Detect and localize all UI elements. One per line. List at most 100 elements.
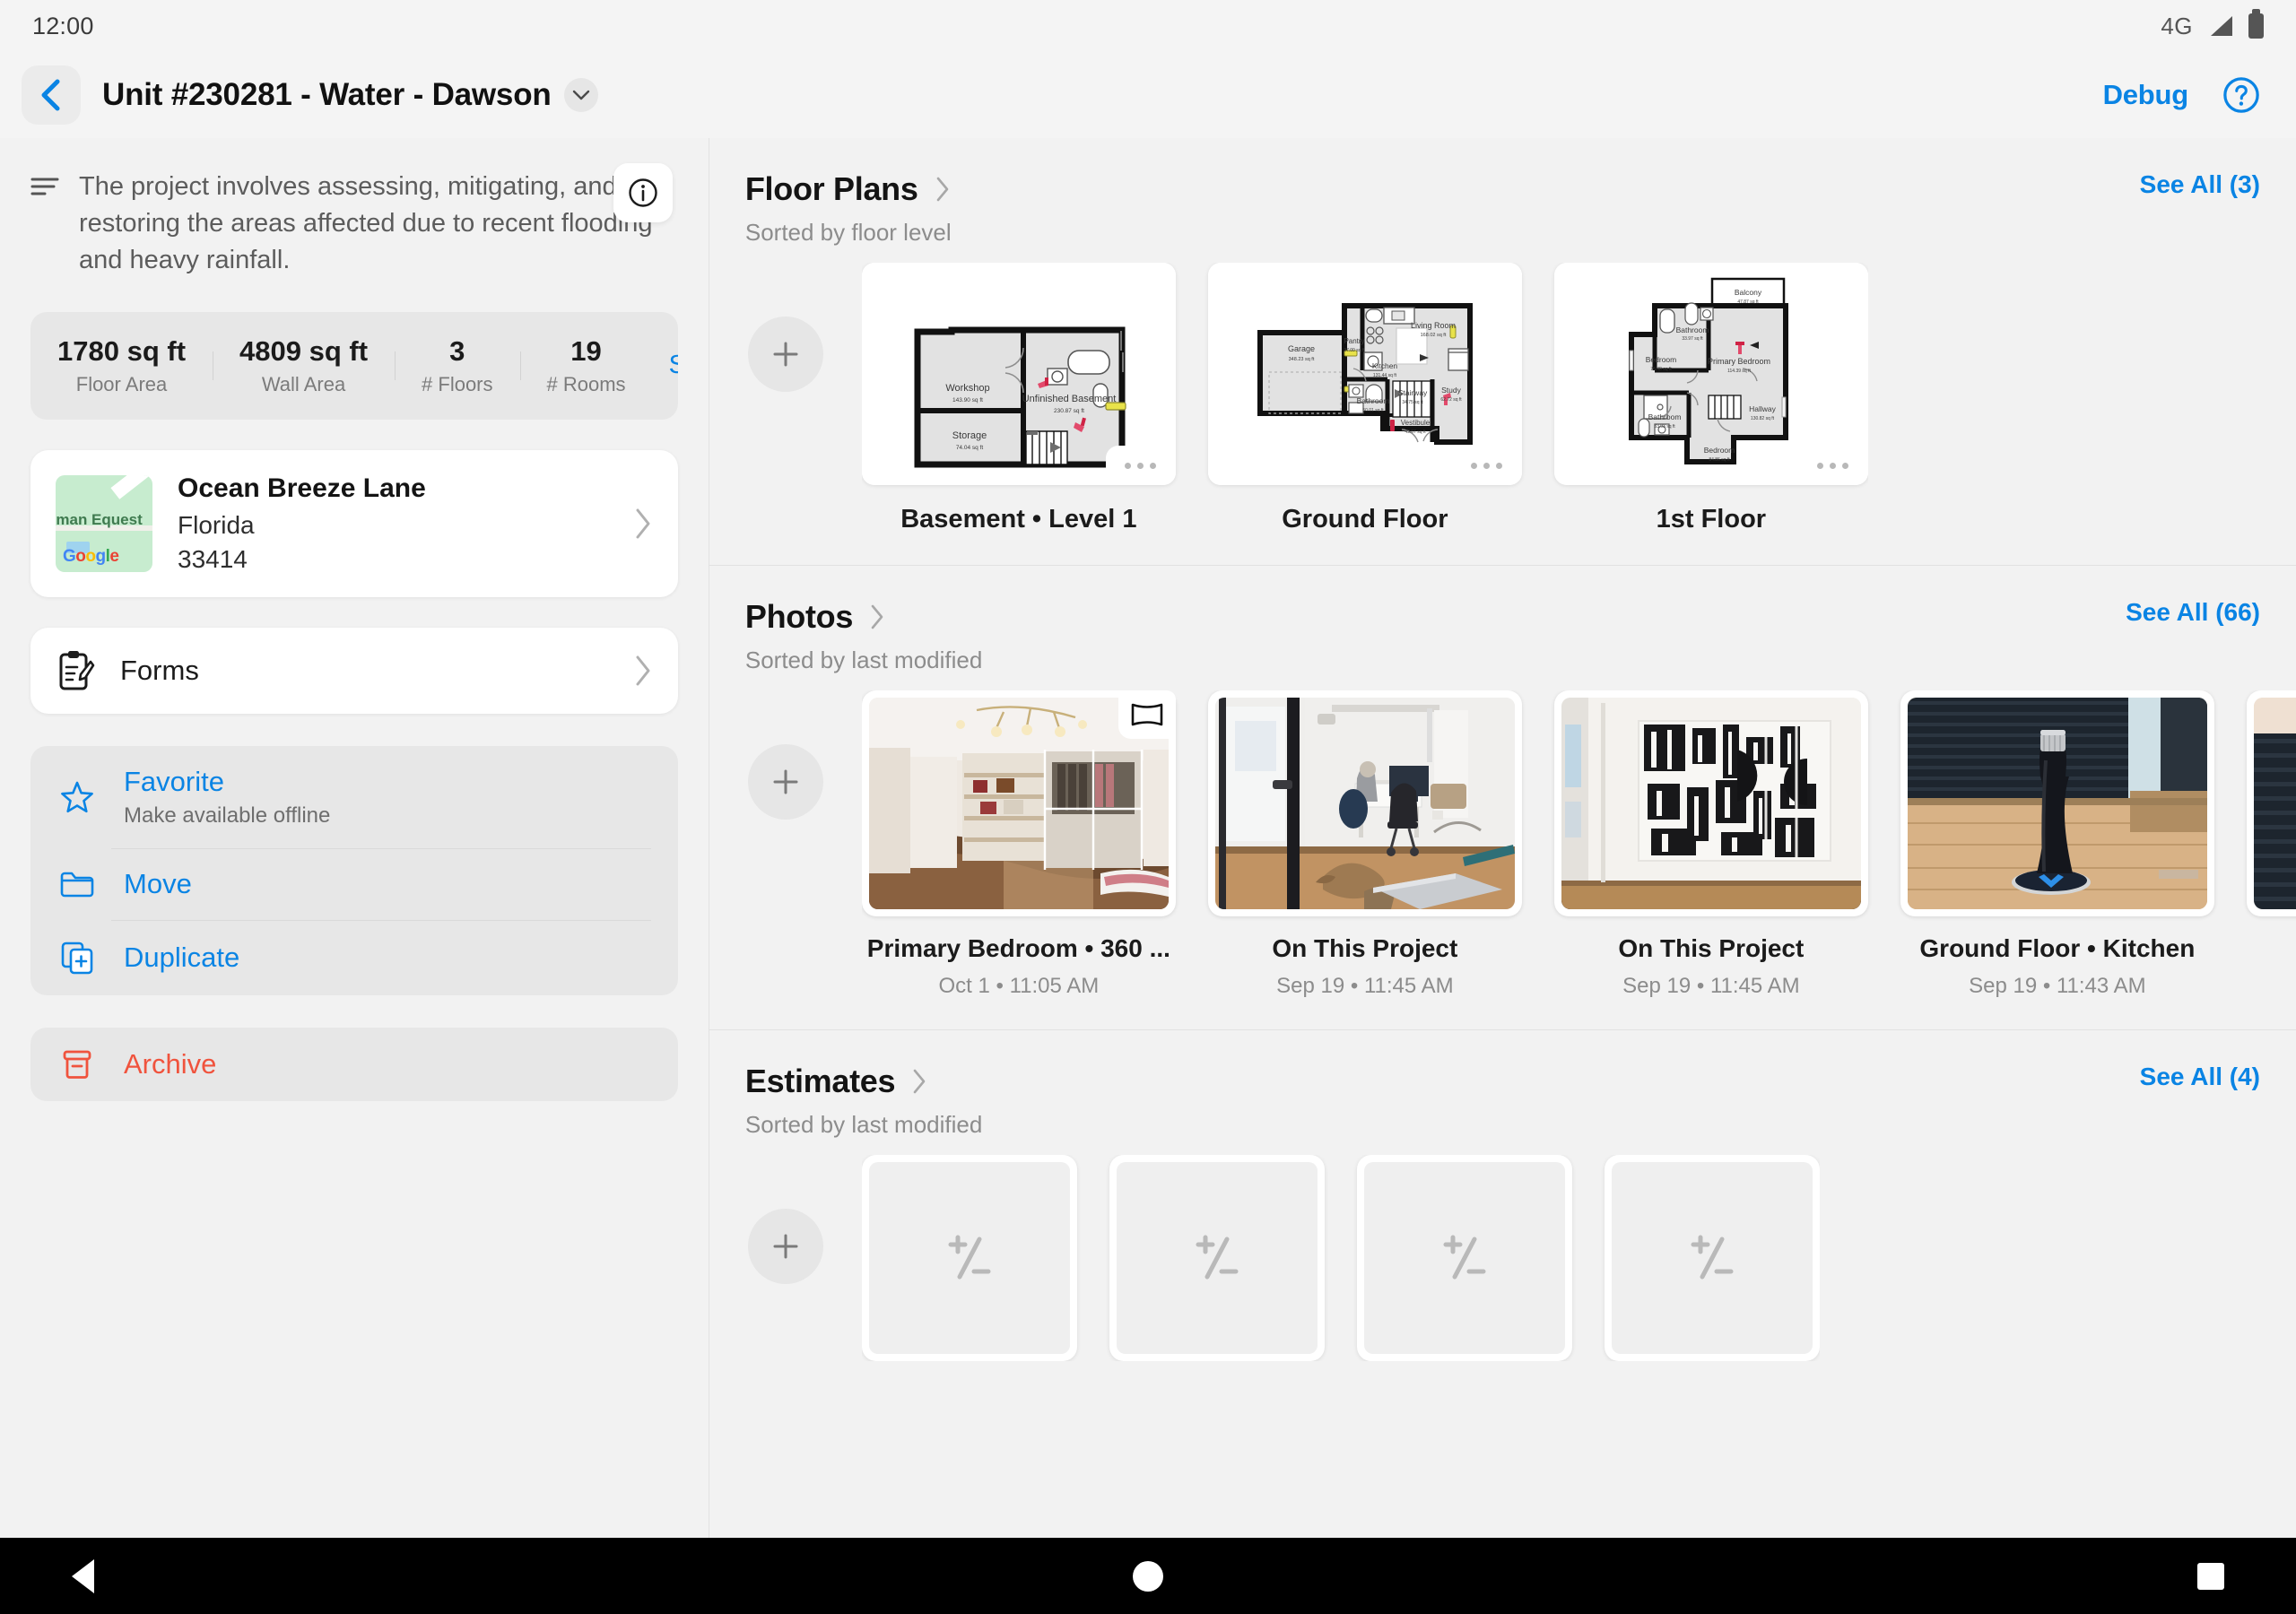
floor-plans-see-all[interactable]: See All (3) [2140, 170, 2260, 199]
photo-thumbnail[interactable] [861, 690, 1176, 916]
estimate-card[interactable] [1604, 1155, 1820, 1361]
floor-plan-card[interactable]: Balcony 47.87 sq ft Bathroom 33.97 sq ft… [1553, 263, 1868, 534]
help-circle-icon[interactable] [2222, 76, 2260, 114]
floor-plan-thumbnail[interactable]: Workshop 143.90 sq ft Unfinished Basemen… [861, 263, 1176, 485]
room-area: 33.97 sq ft [1682, 336, 1703, 342]
project-description: The project involves assessing, mitigati… [79, 172, 653, 275]
floor-plan-thumbnail[interactable]: Balcony 47.87 sq ft Bathroom 33.97 sq ft… [1553, 263, 1868, 485]
estimates-add-col [709, 1155, 862, 1284]
page-title: Unit #230281 - Water - Dawson [102, 77, 552, 112]
floor-plan-card[interactable]: Workshop 143.90 sq ft Unfinished Basemen… [861, 263, 1176, 534]
section-title: Floor Plans [744, 170, 918, 207]
archive-group: Archive [30, 1027, 678, 1101]
photo-image-bottle [1907, 698, 2207, 909]
action-label: Duplicate [124, 941, 240, 973]
nav-recents-square-icon[interactable] [2197, 1562, 2224, 1590]
action-favorite-text: Favorite Make available offline [124, 766, 330, 829]
estimates-title-row[interactable]: Estimates [745, 1063, 927, 1100]
nav-back-triangle-icon[interactable] [72, 1558, 94, 1593]
floor-plan-label: 1st Floor [1656, 505, 1767, 534]
floor-plan-thumbnail[interactable]: Garage 348.23 sq ft Pantry 27.00 sq ft K… [1207, 263, 1522, 485]
stat-label: Wall Area [261, 372, 346, 395]
photo-card[interactable]: G [2246, 690, 2296, 999]
floor-plan-card[interactable]: Garage 348.23 sq ft Pantry 27.00 sq ft K… [1207, 263, 1522, 534]
room-area: 230.87 sq ft [1054, 408, 1084, 414]
floor-plans-title-row[interactable]: Floor Plans [745, 170, 951, 208]
photo-thumbnail[interactable] [2246, 690, 2296, 916]
add-photo-button[interactable] [747, 744, 823, 820]
address-state: Florida [178, 510, 255, 539]
room-label: Storage [952, 430, 987, 441]
floor-plans-subtitle: Sorted by floor level [744, 219, 952, 246]
description-lines-icon [30, 178, 59, 195]
estimates-track[interactable] [861, 1155, 1820, 1361]
main-body: The project involves assessing, mitigati… [0, 138, 2296, 1538]
floor-plan-overflow-button[interactable] [1797, 446, 1868, 485]
address-zip: 33414 [178, 544, 248, 573]
estimate-card[interactable] [1356, 1155, 1572, 1361]
room-label: Living Room [1411, 321, 1456, 330]
room-label: Primary Bedroom [1708, 357, 1770, 366]
title-chevron-button[interactable] [563, 78, 598, 112]
action-move-text: Move [124, 868, 192, 900]
add-estimate-button[interactable] [747, 1209, 823, 1284]
room-label: Pantry [1344, 337, 1364, 345]
stats-see-all-link[interactable]: See [653, 351, 678, 380]
back-button[interactable] [22, 65, 81, 125]
project-description-row: The project involves assessing, mitigati… [30, 163, 678, 280]
add-floor-plan-button[interactable] [747, 317, 823, 392]
room-label: Bathroom [1675, 325, 1709, 334]
room-label: Garage [1288, 344, 1315, 353]
chevron-down-icon [572, 90, 589, 100]
archive-box-icon [57, 1047, 97, 1081]
floor-plan-overflow-button[interactable] [1451, 446, 1522, 485]
plus-icon [773, 1234, 798, 1259]
estimate-card[interactable] [1109, 1155, 1325, 1361]
forms-card[interactable]: Forms [30, 627, 678, 714]
stat-value: 1780 sq ft [57, 334, 187, 367]
estimate-thumbnail[interactable] [1604, 1155, 1820, 1361]
photo-thumbnail[interactable] [1900, 690, 2214, 916]
address-card[interactable]: uman Equest Google Ocean Breeze Lane Flo… [30, 449, 678, 597]
photo-card[interactable]: On This Project Sep 19 • 11:45 AM [1207, 690, 1522, 999]
estimates-see-all[interactable]: See All (4) [2140, 1063, 2260, 1091]
folder-icon [57, 869, 97, 899]
estimate-thumbnail[interactable] [861, 1155, 1077, 1361]
estimate-thumbnail[interactable] [1109, 1155, 1325, 1361]
plus-minus-icon [1196, 1235, 1239, 1280]
title-dropdown[interactable]: Unit #230281 - Water - Dawson [102, 77, 598, 113]
stat-num-rooms: 19 # Rooms [519, 335, 653, 396]
section-floor-plans: Floor Plans See All (3) Sorted by floor … [709, 138, 2296, 566]
nav-home-circle-icon[interactable] [1133, 1560, 1163, 1592]
action-favorite[interactable]: Favorite Make available offline [30, 746, 678, 848]
estimate-card[interactable] [861, 1155, 1077, 1361]
floor-plan-overflow-button[interactable] [1105, 446, 1176, 485]
photo-card[interactable]: On This Project Sep 19 • 11:45 AM [1553, 690, 1868, 999]
photo-thumbnail[interactable] [1553, 690, 1868, 916]
stat-label: Floor Area [75, 372, 168, 395]
estimate-thumbnail[interactable] [1356, 1155, 1572, 1361]
photo-card[interactable]: Primary Bedroom • 360 ... Oct 1 • 11:05 … [861, 690, 1176, 999]
photos-track[interactable]: Primary Bedroom • 360 ... Oct 1 • 11:05 … [861, 690, 2296, 999]
stat-label: # Floors [422, 372, 493, 395]
action-move[interactable]: Move [30, 847, 678, 920]
room-area: 34.75 sq ft [1402, 400, 1423, 405]
estimate-placeholder [1363, 1162, 1565, 1354]
estimates-header: Estimates See All (4) [709, 1063, 2296, 1100]
estimate-placeholder [1116, 1162, 1318, 1354]
photo-card[interactable]: Ground Floor • Kitchen Sep 19 • 11:43 AM [1900, 690, 2214, 999]
app-header: Unit #230281 - Water - Dawson Debug [0, 52, 2296, 138]
photos-see-all[interactable]: See All (66) [2126, 598, 2260, 627]
battery-full-icon [2248, 9, 2264, 39]
plus-minus-icon [948, 1235, 991, 1280]
floor-plans-track[interactable]: Workshop 143.90 sq ft Unfinished Basemen… [861, 263, 1868, 534]
action-duplicate[interactable]: Duplicate [30, 919, 678, 995]
photo-image-bottle-2 [2253, 698, 2296, 909]
photo-thumbnail[interactable] [1207, 690, 1522, 916]
debug-button[interactable]: Debug [2103, 79, 2189, 111]
action-archive[interactable]: Archive [30, 1028, 678, 1101]
info-button[interactable] [613, 163, 673, 222]
estimates-subtitle: Sorted by last modified [744, 1111, 983, 1138]
photos-title-row[interactable]: Photos [745, 598, 885, 636]
photo-timestamp: Oct 1 • 11:05 AM [938, 974, 1100, 998]
